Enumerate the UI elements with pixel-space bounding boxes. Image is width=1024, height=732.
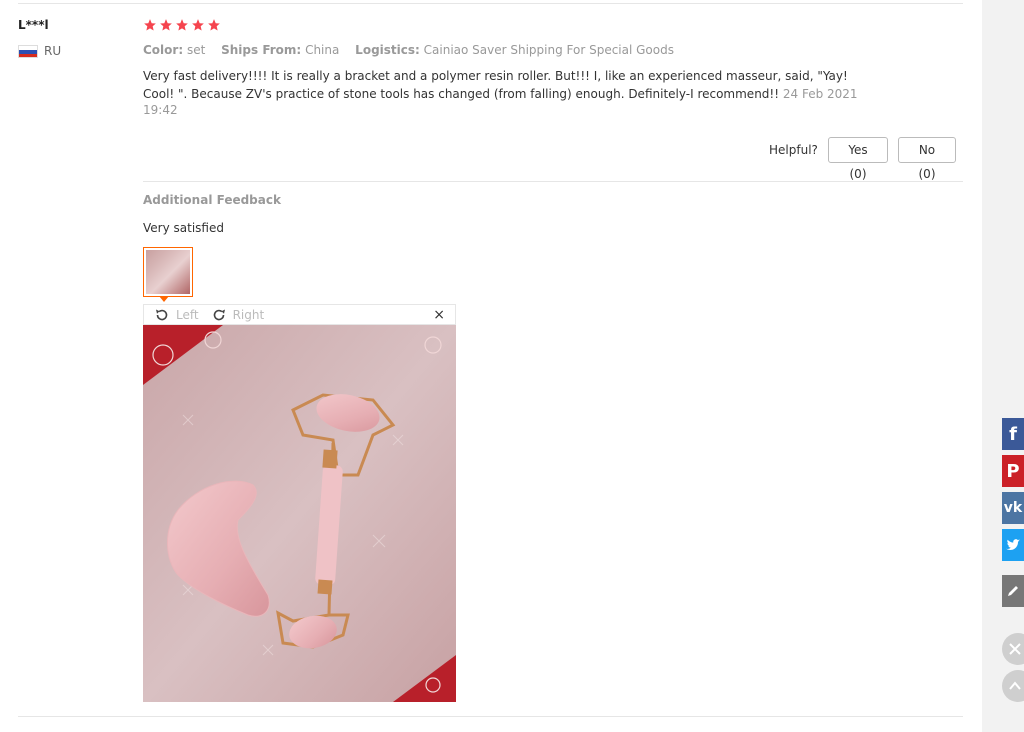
pinterest-icon: P — [1006, 460, 1020, 482]
chevron-up-icon — [1009, 681, 1021, 690]
ships-from-value: China — [305, 43, 340, 57]
pinterest-share-button[interactable]: P — [1002, 455, 1024, 487]
review-photo-thumbnail[interactable] — [143, 247, 193, 297]
review-time: 19:42 — [143, 103, 178, 117]
logistics-value: Cainiao Saver Shipping For Special Goods — [423, 43, 674, 57]
rotate-left-label: Left — [176, 307, 199, 322]
additional-feedback-text: Very satisfied — [143, 221, 224, 235]
facebook-icon: f — [1009, 423, 1017, 445]
pencil-icon — [1008, 586, 1018, 596]
vk-share-button[interactable]: vk — [1002, 492, 1024, 524]
rotate-left-button[interactable]: Left — [154, 307, 199, 323]
star-icon — [191, 18, 205, 32]
rotate-right-button[interactable]: Right — [211, 307, 265, 323]
review-photo — [143, 325, 456, 702]
star-icon — [159, 18, 173, 32]
vk-icon: vk — [1003, 500, 1023, 516]
color-value: set — [186, 43, 206, 57]
review-text: Very fast delivery!!!! It is really a br… — [143, 69, 848, 101]
ships-from-label: Ships From: — [221, 43, 302, 57]
section-divider — [143, 181, 963, 182]
photo-illustration — [143, 325, 456, 702]
thumbnail-pointer — [159, 296, 169, 302]
right-gutter — [982, 0, 1024, 732]
star-icon — [175, 18, 189, 32]
logistics-label: Logistics: — [355, 43, 420, 57]
top-divider — [18, 3, 963, 4]
close-icon — [1009, 643, 1021, 655]
close-viewer-button[interactable]: × — [433, 308, 445, 322]
helpful-yes-button[interactable]: Yes (0) — [828, 137, 888, 181]
rotate-right-label: Right — [232, 307, 265, 322]
reviewer-country: RU — [18, 44, 61, 58]
order-attributes: Color: set Ships From: China Logistics: … — [143, 43, 686, 57]
feedback-edit-button[interactable] — [1002, 575, 1024, 607]
review-date: 24 Feb 2021 — [782, 87, 858, 101]
helpful-label: Helpful? — [769, 143, 818, 157]
facebook-share-button[interactable]: f — [1002, 418, 1024, 450]
helpful-no-button[interactable]: No (0) — [898, 137, 956, 181]
thumbnail-image — [146, 250, 190, 294]
twitter-bird-icon — [1006, 539, 1020, 551]
rotate-right-icon — [213, 309, 225, 320]
color-label: Color: — [143, 43, 184, 57]
bottom-divider — [18, 716, 963, 717]
star-icon — [207, 18, 221, 32]
rotate-left-icon — [156, 309, 168, 320]
rating-stars — [143, 18, 221, 32]
star-icon — [143, 18, 157, 32]
additional-feedback-title: Additional Feedback — [143, 193, 281, 207]
reviewer-name: L***l — [18, 18, 49, 32]
review-body: Very fast delivery!!!! It is really a br… — [143, 67, 858, 103]
country-code: RU — [44, 44, 62, 58]
photo-viewer-toolbar: Left Right × — [143, 304, 456, 325]
russia-flag-icon — [18, 44, 38, 58]
twitter-share-button[interactable] — [1002, 529, 1024, 561]
